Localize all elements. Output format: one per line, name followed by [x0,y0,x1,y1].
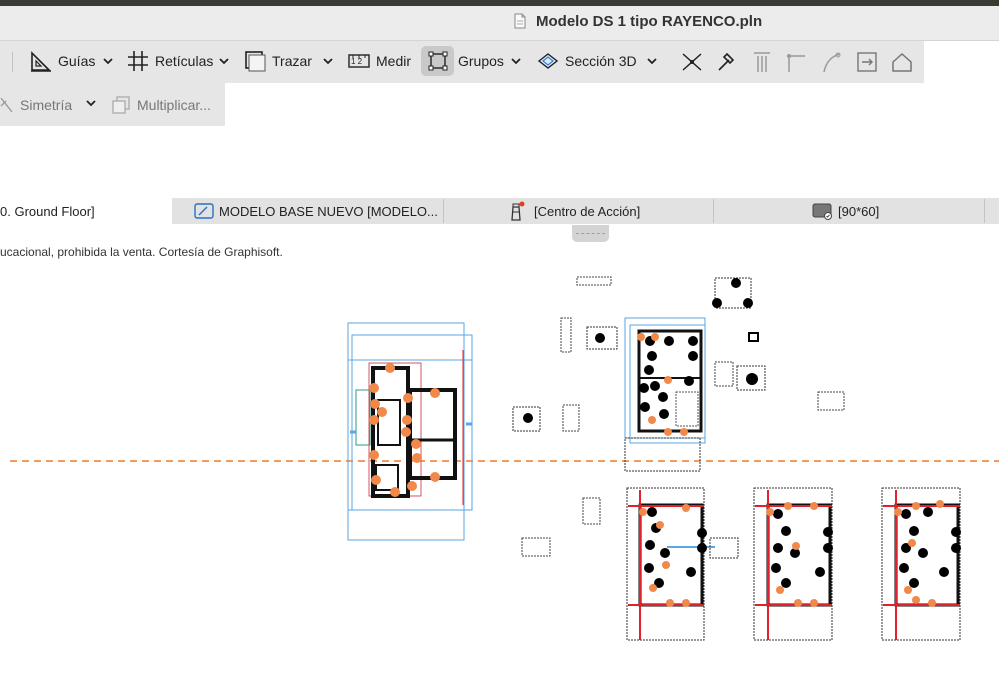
multiply-button[interactable]: Multiplicar... [111,90,211,120]
grid-icon [128,51,148,71]
black-markers-house-5 [899,507,961,588]
svg-text:1 2: 1 2 [351,57,363,66]
chevron-down-icon[interactable] [103,58,113,66]
chevron-down-icon[interactable] [647,58,657,66]
chevron-down-icon[interactable] [219,58,229,66]
grids-label: Retículas [155,53,214,69]
tab-label: MODELO BASE NUEVO [MODELO... [219,203,438,219]
mirror-label: Simetría [20,97,73,113]
chevron-down-icon[interactable] [323,58,333,66]
tab-modelo-base[interactable]: MODELO BASE NUEVO [MODELO... [194,198,442,224]
tab-ground-floor[interactable]: 0. Ground Floor] [0,198,172,224]
guides-button[interactable]: Guías [30,46,95,76]
tab-label: [Centro de Acción] [534,203,641,219]
trace-button[interactable]: Trazar [244,46,312,76]
curve-icon[interactable] [820,50,844,74]
home-icon[interactable] [890,50,914,74]
detail-symbols [512,276,845,557]
groups-label: Grupos [458,53,504,69]
document-icon [514,13,526,29]
lighthouse-icon [511,201,525,221]
multiply-icon [112,96,130,114]
title-bar: Modelo DS 1 tipo RAYENCO.pln [0,0,999,41]
section-3d-button[interactable]: Sección 3D [537,46,637,76]
measure-button[interactable]: 1 2 Medir [348,46,411,76]
house-plan-4[interactable] [753,487,833,641]
tab-divider [713,199,714,223]
guides-label: Guías [58,53,96,69]
tab-label: 0. Ground Floor] [0,203,95,219]
ruler-icon: 1 2 [348,54,370,68]
floor-plan-canvas[interactable] [0,224,999,683]
toolbar-separator [12,52,13,72]
trace-label: Trazar [272,53,312,69]
guides-icon [31,51,51,72]
group-icon [428,51,448,71]
chevron-down-icon[interactable] [511,58,521,66]
multiply-label: Multiplicar... [137,97,211,113]
measure-label: Medir [376,53,412,69]
groups-button[interactable]: Grupos [427,46,504,76]
tab-centro-accion[interactable]: [Centro de Acción] [506,198,711,224]
mirror-icon [0,97,13,113]
black-markers-house-4 [771,509,833,588]
section-3d-label: Sección 3D [565,53,637,69]
offset-icon[interactable] [750,50,774,74]
window-top-strip [0,0,999,6]
split-icon[interactable] [680,50,704,74]
tab-90x60[interactable]: [90*60] [812,198,982,224]
window-title: Modelo DS 1 tipo RAYENCO.pln [536,13,763,30]
trace-icon [245,51,266,72]
adjust-icon[interactable] [715,50,739,74]
tab-divider [984,199,985,223]
chevron-down-icon[interactable] [86,100,96,108]
fillet-icon[interactable] [785,50,809,74]
mirror-button[interactable]: Simetría [0,90,72,120]
grids-button[interactable]: Retículas [127,46,213,76]
layout-icon [194,203,214,219]
tab-label: [90*60] [838,203,880,219]
tab-divider [443,199,444,223]
view-icon [812,203,832,220]
resize-icon[interactable] [855,50,879,74]
house-plan-5[interactable] [881,487,961,641]
section-3d-icon [537,53,559,69]
